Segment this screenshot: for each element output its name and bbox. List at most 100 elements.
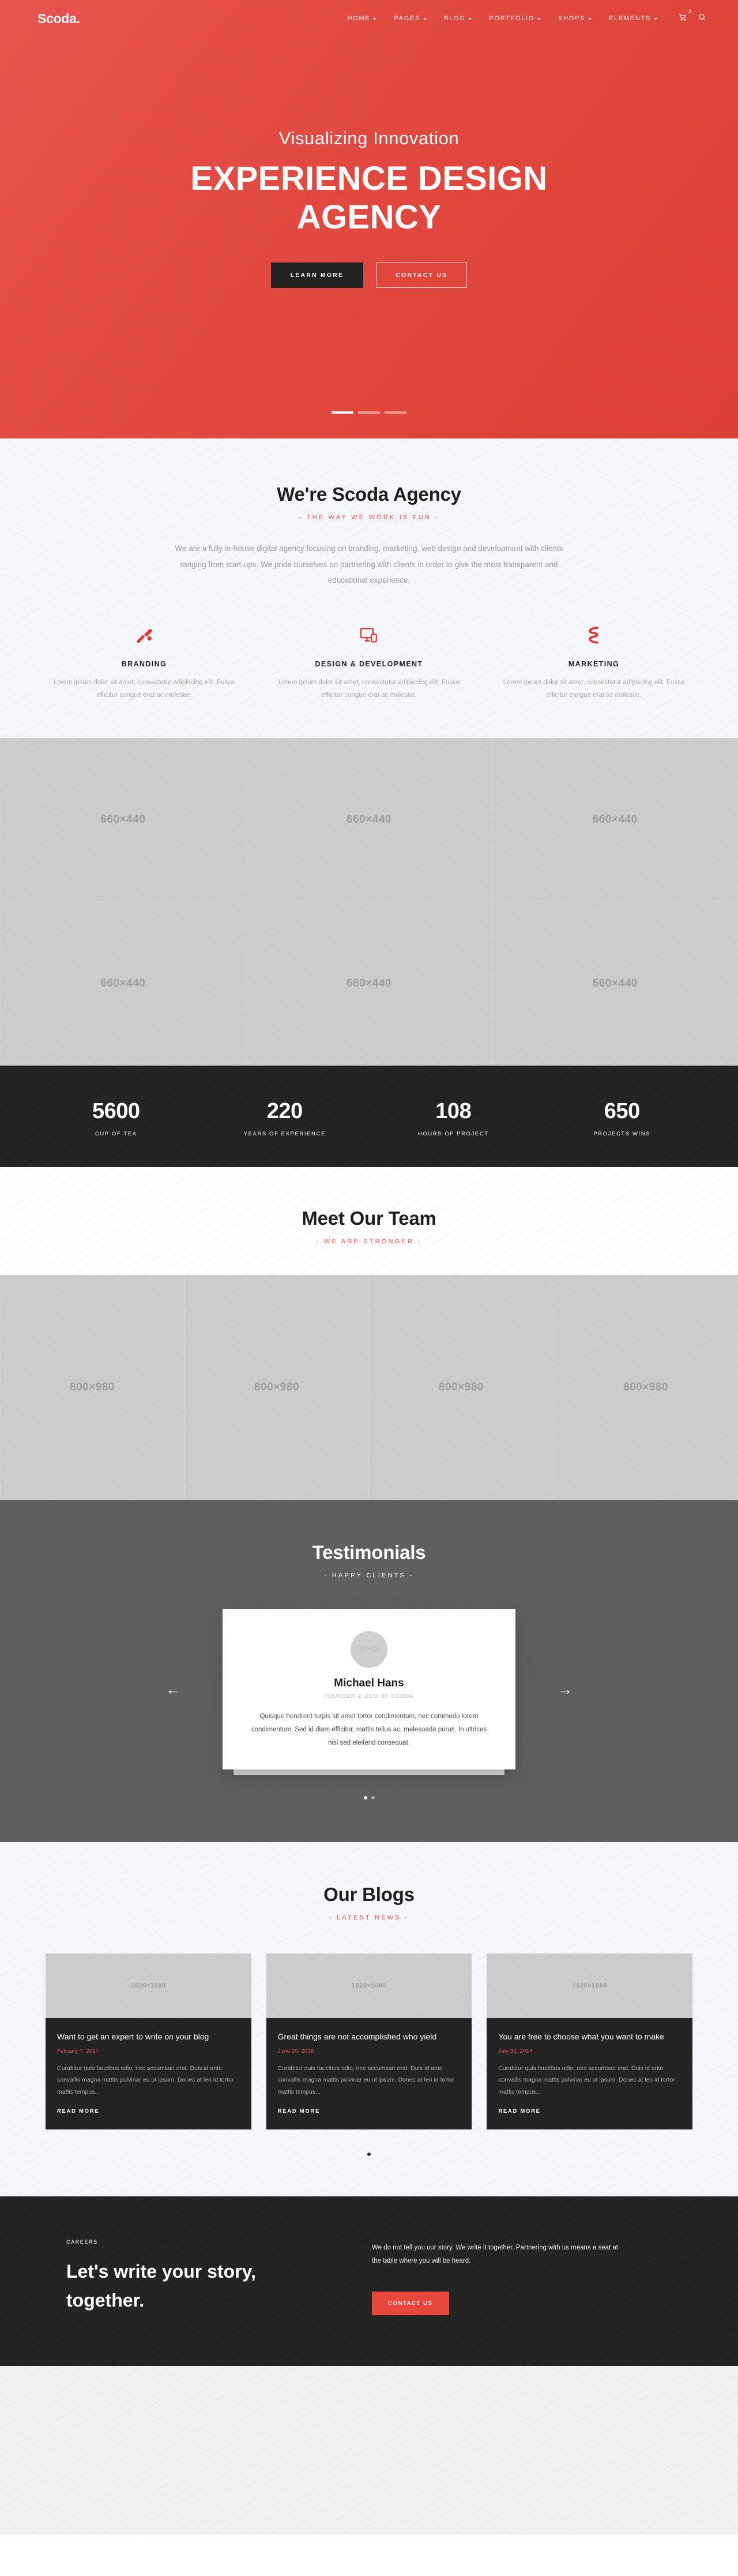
- placeholder-label: 800×980: [439, 1381, 484, 1393]
- testimonials-kicker: - HAPPY CLIENTS -: [324, 1572, 414, 1579]
- blog-thumbnail: 1620×1080: [266, 1953, 472, 2018]
- service-text: Lorem ipsum dolor sit amet, consectetur …: [503, 679, 685, 699]
- blog-card[interactable]: 1620×1080 Great things are not accomplis…: [266, 1953, 472, 2130]
- nav-label: ELEMENTS: [609, 15, 651, 22]
- service-title: MARKETING: [568, 660, 620, 669]
- hero-slide-indicator-3[interactable]: [385, 411, 406, 414]
- service-design-development[interactable]: DESIGN & DEVELOPMENT Lorem ipsum dolor s…: [257, 622, 481, 702]
- service-title: DESIGN & DEVELOPMENT: [315, 660, 423, 669]
- cta-left: CAREERS Let's write your story, together…: [66, 2239, 337, 2315]
- team-member[interactable]: 800×980: [369, 1274, 554, 1500]
- nav-item-portfolio[interactable]: PORTFOLIO: [480, 10, 549, 27]
- blog-excerpt: Curabitur quis faucibus odio, nec accums…: [57, 2064, 234, 2095]
- blogs-title: Our Blogs: [323, 1883, 415, 1905]
- testimonial-carousel: ← 120×120 Michael Hans FOUNDER & CEO OF …: [32, 1608, 706, 1775]
- blog-title: Want to get an expert to write on your b…: [57, 2031, 209, 2041]
- nav-item-blog[interactable]: BLOG: [435, 10, 480, 27]
- chevron-down-icon: [468, 17, 472, 20]
- blog-card[interactable]: 1620×1080 Want to get an expert to write…: [46, 1953, 251, 2130]
- testimonial-dot-1[interactable]: [363, 1795, 367, 1799]
- chevron-down-icon: [537, 17, 541, 20]
- cta-title: Let's write your story, together.: [66, 2261, 256, 2311]
- portfolio-item[interactable]: 660×440: [492, 737, 738, 902]
- nav-item-elements[interactable]: ELEMENTS: [600, 10, 666, 27]
- read-more-link[interactable]: READ MORE: [278, 2108, 461, 2114]
- nav-item-home[interactable]: HOME: [339, 10, 386, 27]
- search-icon[interactable]: [698, 13, 706, 24]
- team-section: Meet Our Team - WE ARE STRONGER -: [0, 1167, 738, 1275]
- hero-content: Visualizing Innovation EXPERIENCE DESIGN…: [0, 37, 738, 288]
- nav-menu: HOME PAGES BLOG PORTFOLIO SHOPS ELEMENTS: [339, 10, 666, 27]
- blog-title: Great things are not accomplished who yi…: [277, 2031, 437, 2041]
- team-member[interactable]: 800×980: [554, 1274, 738, 1500]
- site-logo[interactable]: Scoda.: [32, 11, 80, 27]
- team-title: Meet Our Team: [302, 1207, 436, 1229]
- cart-icon[interactable]: 3: [679, 9, 691, 24]
- ribbon-icon: [496, 622, 691, 648]
- blog-dot-1[interactable]: [367, 2153, 371, 2157]
- nav-label: PAGES: [394, 15, 421, 22]
- hero-title: EXPERIENCE DESIGN AGENCY: [190, 160, 548, 237]
- stat-label: CUP OF TEA: [95, 1130, 137, 1137]
- placeholder-label: 660×440: [100, 977, 146, 989]
- placeholder-label: 660×440: [346, 977, 391, 989]
- cta-description: We do not tell you our story. We write i…: [372, 2244, 618, 2264]
- stat-value: 108: [435, 1098, 472, 1123]
- chevron-down-icon: [423, 17, 427, 20]
- paintbrush-icon: [47, 622, 242, 648]
- service-branding[interactable]: BRANDING Lorem ipsum dolor sit amet, con…: [32, 622, 257, 702]
- stat-label: PROJECTS WINS: [593, 1130, 651, 1137]
- service-text: Lorem ipsum dolor sit amet, consectetur …: [53, 679, 235, 699]
- placeholder-label: 1620×1080: [131, 1982, 166, 1989]
- nav-label: SHOPS: [558, 15, 586, 22]
- cta-section: CAREERS Let's write your story, together…: [0, 2196, 738, 2367]
- testimonials-section: Testimonials - HAPPY CLIENTS - ← 120×120…: [0, 1499, 738, 1842]
- nav-item-shops[interactable]: SHOPS: [549, 10, 600, 27]
- blog-date: June 20, 2016: [277, 2048, 314, 2054]
- nav-item-pages[interactable]: PAGES: [385, 10, 435, 27]
- chevron-down-icon: [654, 17, 657, 20]
- portfolio-item[interactable]: 660×440: [492, 901, 738, 1066]
- arrow-left-icon[interactable]: ←: [165, 1682, 180, 1697]
- read-more-link[interactable]: READ MORE: [498, 2108, 681, 2114]
- cta-contact-us-button[interactable]: CONTACT US: [372, 2292, 449, 2316]
- stat-value: 5600: [92, 1098, 140, 1123]
- about-description: We are a fully in-house digital agency f…: [175, 544, 563, 585]
- portfolio-item[interactable]: 660×440: [0, 737, 246, 902]
- team-member[interactable]: 800×980: [0, 1274, 184, 1500]
- hero-button-group: LEARN MORE CONTACT US: [0, 262, 738, 288]
- service-marketing[interactable]: MARKETING Lorem ipsum dolor sit amet, co…: [481, 622, 706, 702]
- blog-card[interactable]: 1620×1080 You are free to choose what yo…: [487, 1953, 692, 2130]
- chevron-down-icon: [373, 17, 377, 20]
- cta-right: We do not tell you our story. We write i…: [372, 2239, 672, 2316]
- hero-subtitle: Visualizing Innovation: [278, 128, 460, 148]
- blog-date: Febuary 7, 2017: [57, 2048, 99, 2054]
- cart-badge: 3: [688, 9, 691, 14]
- portfolio-item[interactable]: 660×440: [246, 901, 492, 1066]
- team-grid: 800×980 800×980 800×980 800×980: [0, 1274, 738, 1500]
- testimonial-quote: Quisque hendrerit turpis sit amet tortor…: [251, 1712, 487, 1746]
- service-title: BRANDING: [121, 660, 167, 669]
- placeholder-label: 800×980: [254, 1381, 299, 1393]
- portfolio-item[interactable]: 660×440: [246, 737, 492, 902]
- nav-icon-group: 3: [679, 9, 706, 24]
- hero-slide-indicator-2[interactable]: [358, 411, 380, 414]
- learn-more-button[interactable]: LEARN MORE: [270, 262, 364, 288]
- hero-slide-indicator-1[interactable]: [332, 411, 353, 414]
- placeholder-label: 660×440: [100, 813, 146, 826]
- arrow-right-icon[interactable]: →: [558, 1682, 573, 1697]
- cta-row: CAREERS Let's write your story, together…: [32, 2239, 706, 2316]
- portfolio-item[interactable]: 660×440: [0, 901, 246, 1066]
- testimonial-dot-2[interactable]: [371, 1795, 375, 1799]
- about-section: We're Scoda Agency - THE WAY WE WORK IS …: [0, 438, 738, 738]
- contact-us-button[interactable]: CONTACT US: [376, 262, 468, 288]
- stat-label: YEARS OF EXPERIENCE: [243, 1130, 326, 1137]
- hero-section: Scoda. HOME PAGES BLOG PORTFOLIO SHOPS E…: [0, 0, 738, 438]
- blog-excerpt: Curabitur quis faucibus odio, nec accums…: [277, 2064, 455, 2095]
- placeholder-label: 800×980: [70, 1381, 115, 1393]
- team-member[interactable]: 800×980: [184, 1274, 369, 1500]
- read-more-link[interactable]: READ MORE: [57, 2108, 240, 2114]
- placeholder-label: 800×980: [623, 1381, 668, 1393]
- about-title: We're Scoda Agency: [277, 483, 461, 505]
- footer-area: [0, 2366, 738, 2535]
